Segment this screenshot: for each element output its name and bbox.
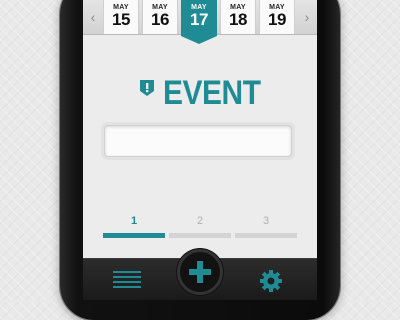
date-may-18[interactable]: MAY 18 bbox=[220, 0, 256, 34]
date-may-15[interactable]: MAY 15 bbox=[103, 0, 139, 34]
bottom-tab-bar bbox=[83, 249, 317, 300]
step-progress-bar bbox=[103, 233, 165, 238]
menu-icon[interactable] bbox=[113, 271, 141, 293]
date-day: 16 bbox=[151, 10, 169, 29]
date-may-16[interactable]: MAY 16 bbox=[142, 0, 178, 34]
date-strip: ‹ MAY 15 MAY 16 MAY 17 MAY 18 MAY 19 › bbox=[83, 0, 317, 44]
step-indicator: 1 2 3 bbox=[103, 214, 297, 238]
app-screen: ‹ MAY 15 MAY 16 MAY 17 MAY 18 MAY 19 › E… bbox=[83, 0, 317, 300]
step-3[interactable]: 3 bbox=[235, 214, 297, 238]
gear-icon[interactable] bbox=[259, 269, 283, 293]
prev-date-arrow-icon[interactable]: ‹ bbox=[83, 0, 103, 34]
title-text: EVENT bbox=[162, 74, 261, 112]
event-name-input[interactable] bbox=[105, 126, 291, 156]
step-label: 1 bbox=[130, 215, 138, 227]
next-date-arrow-icon[interactable]: › bbox=[297, 0, 317, 34]
date-day: 19 bbox=[268, 10, 286, 29]
step-2[interactable]: 2 bbox=[169, 214, 231, 238]
step-1[interactable]: 1 bbox=[103, 214, 165, 238]
step-progress-bar bbox=[235, 233, 297, 238]
date-may-19[interactable]: MAY 19 bbox=[259, 0, 295, 34]
step-progress-bar bbox=[169, 233, 231, 238]
step-label: 2 bbox=[196, 215, 204, 227]
date-day: 15 bbox=[112, 10, 130, 29]
date-day: 17 bbox=[190, 10, 208, 29]
plus-icon-stroke bbox=[197, 261, 203, 283]
date-may-17-selected[interactable]: MAY 17 bbox=[181, 0, 217, 44]
page-title: EVENT bbox=[83, 74, 317, 113]
add-event-button[interactable] bbox=[177, 249, 223, 295]
date-day: 18 bbox=[229, 10, 247, 29]
alert-tag-icon bbox=[139, 79, 155, 102]
step-label: 3 bbox=[262, 215, 270, 227]
